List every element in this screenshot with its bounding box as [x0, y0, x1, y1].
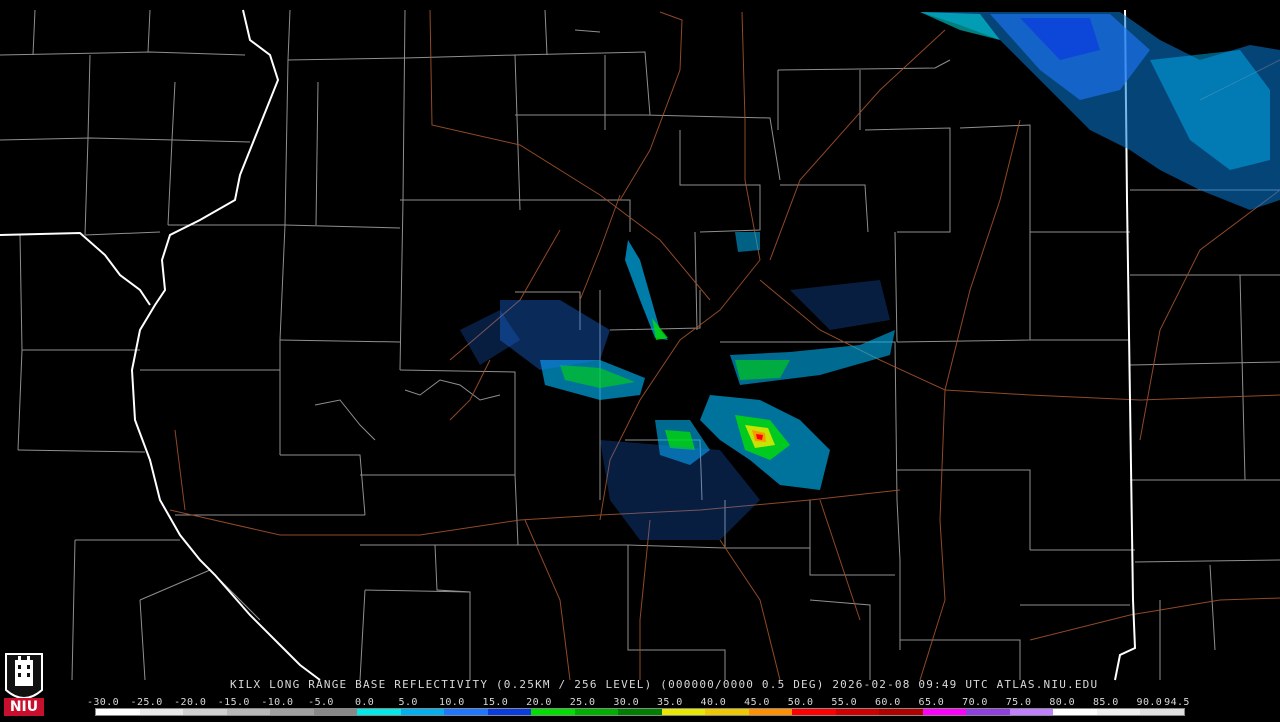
- color-scale-segment: [139, 709, 184, 715]
- color-scale-segment: [792, 709, 836, 715]
- scale-label: 30.0: [613, 697, 640, 708]
- color-scale-segment: [574, 709, 619, 715]
- scale-label: 50.0: [787, 697, 814, 708]
- scale-label: -10.0: [261, 697, 294, 708]
- scale-label: 94.5: [1164, 697, 1190, 708]
- color-scale-segment: [835, 709, 880, 715]
- scale-label: 85.0: [1092, 697, 1119, 708]
- color-scale-segment: [96, 709, 140, 715]
- scale-label: 45.0: [744, 697, 770, 708]
- scale-label: 20.0: [526, 697, 552, 708]
- scale-label: 40.0: [700, 697, 727, 708]
- color-scale-segment: [705, 709, 749, 715]
- niu-logo-text: NIU: [9, 699, 39, 715]
- product-title: KILX LONG RANGE BASE REFLECTIVITY (0.25K…: [230, 678, 1099, 691]
- color-scale-bar: [95, 708, 1185, 716]
- scale-label: 55.0: [831, 697, 858, 708]
- scale-label: 0.0: [354, 697, 375, 708]
- color-scale-segment: [313, 709, 358, 715]
- scale-label: 80.0: [1049, 697, 1076, 708]
- color-scale-segment: [444, 709, 488, 715]
- color-scale-segment: [400, 709, 445, 715]
- niu-logo: NIU: [2, 646, 46, 718]
- color-scale-segment: [748, 709, 793, 715]
- radar-echoes: [460, 12, 1280, 540]
- color-scale-segment: [487, 709, 532, 715]
- color-scale-segment: [1053, 709, 1097, 715]
- color-scale-segment: [618, 709, 662, 715]
- scale-label: 35.0: [656, 697, 683, 708]
- color-scale-segment: [1009, 709, 1054, 715]
- radar-map: [0, 0, 1280, 720]
- scale-label: 5.0: [398, 697, 418, 708]
- scale-label: 15.0: [482, 697, 509, 708]
- color-scale-segment: [531, 709, 575, 715]
- color-scale-segment: [922, 709, 967, 715]
- scale-label: 65.0: [918, 697, 945, 708]
- scale-label: -20.0: [174, 697, 207, 708]
- color-scale-segment: [879, 709, 923, 715]
- scale-label: 60.0: [874, 697, 901, 708]
- color-scale-segment: [183, 709, 227, 715]
- color-scale-segment: [966, 709, 1010, 715]
- map-canvas: [0, 9, 1280, 681]
- scale-label: 90.0: [1136, 697, 1163, 708]
- scale-label: -25.0: [130, 697, 163, 708]
- scale-label: 25.0: [569, 697, 596, 708]
- color-scale-segment: [357, 709, 401, 715]
- color-scale-segment: [226, 709, 271, 715]
- scale-label: 75.0: [1005, 697, 1032, 708]
- scale-label: 10.0: [438, 697, 465, 708]
- color-scale-segment: [661, 709, 706, 715]
- color-scale-segment: [270, 709, 314, 715]
- scale-label: -30.0: [86, 697, 120, 708]
- color-scale-segment: [1096, 709, 1141, 715]
- scale-label: -5.0: [308, 697, 334, 708]
- scale-label: 70.0: [962, 697, 988, 708]
- color-scale-segment: [1140, 709, 1184, 715]
- scale-label: -15.0: [217, 697, 250, 708]
